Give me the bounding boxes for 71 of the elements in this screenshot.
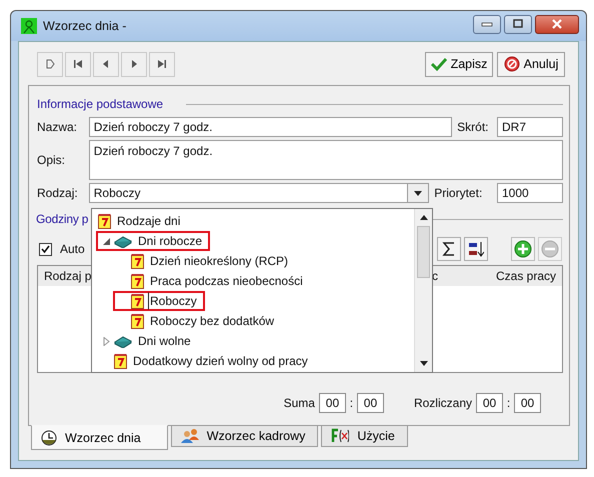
maximize-icon [512, 19, 524, 29]
minimize-icon [481, 21, 493, 27]
new-record-icon [44, 58, 56, 70]
list-item[interactable]: Rodzaje dni [115, 212, 182, 230]
minutes-field[interactable]: 00 [514, 393, 541, 413]
tab[interactable]: Użycie [321, 425, 408, 447]
window-title: Wzorzec dnia - [43, 19, 126, 33]
list-item[interactable]: Dzień nieokreślony (RCP) [148, 252, 290, 270]
app-icon [21, 18, 37, 34]
auto-checkbox[interactable] [39, 242, 52, 256]
list-item[interactable]: Praca podczas nieobecności [148, 272, 305, 290]
field-label: Priorytet: [433, 186, 484, 200]
tab[interactable]: Wzorzec kadrowy [170, 425, 318, 447]
minimize-button[interactable] [473, 14, 501, 34]
new-record-button[interactable] [37, 52, 63, 76]
list-item[interactable]: Dni wolne [136, 332, 193, 350]
save-button[interactable]: Zapisz [425, 52, 493, 76]
tab[interactable]: Wzorzec dnia [31, 425, 168, 450]
scroll-down-icon [420, 361, 428, 366]
name-field[interactable]: Dzień roboczy 7 godz. [88, 117, 452, 137]
field-label: Nazwa: [37, 120, 78, 134]
first-icon [72, 58, 84, 70]
field-label: Opis: [37, 153, 66, 167]
dropdown-arrow-icon [414, 190, 422, 196]
checkmark-icon [430, 56, 447, 72]
minutes-field[interactable]: 00 [356, 393, 384, 413]
time-separator: : [506, 396, 512, 410]
last-icon [156, 58, 168, 70]
field-label: Rozliczany [414, 396, 472, 410]
book-icon [114, 234, 132, 248]
scrollbar-thumb[interactable] [417, 226, 430, 278]
last-record-button[interactable] [149, 52, 175, 76]
list-item[interactable]: Roboczy bez dodatków [148, 312, 276, 330]
next-record-button[interactable] [121, 52, 147, 76]
short-name-field[interactable]: DR7 [497, 117, 563, 137]
column-header[interactable]: Czas pracy [487, 266, 556, 286]
notepad-icon [98, 214, 111, 228]
close-button[interactable] [535, 14, 579, 34]
checkbox-label: Auto [60, 242, 86, 256]
hours-field[interactable]: 00 [476, 393, 503, 413]
notepad-icon [131, 254, 144, 268]
hours-field[interactable]: 00 [318, 393, 346, 413]
people-icon [180, 428, 199, 444]
cancel-button[interactable]: Anuluj [497, 52, 565, 76]
section-title: Informacje podstawowe [37, 97, 164, 111]
time-separator: : [348, 396, 354, 410]
type-dropdown[interactable]: Roboczy [88, 183, 430, 203]
description-field[interactable]: Dzień roboczy 7 godz. [88, 140, 563, 180]
scrollbar[interactable] [414, 209, 432, 372]
section-title: Godziny p [36, 212, 88, 226]
notepad-icon [131, 314, 144, 328]
clock-icon [41, 430, 57, 446]
field-label: Suma [284, 396, 315, 410]
field-label: Rodzaj: [37, 186, 79, 200]
scroll-up-icon [420, 215, 428, 220]
previous-record-button[interactable] [93, 52, 119, 76]
book-icon [114, 334, 132, 348]
close-icon [551, 19, 563, 29]
list-item[interactable]: Dodatkowy dzień wolny od pracy [131, 352, 310, 370]
notepad-icon [131, 274, 144, 288]
field-label: Skrót: [456, 120, 490, 134]
notepad-icon [114, 354, 127, 368]
sort-icon[interactable] [464, 237, 488, 261]
priority-field[interactable]: 1000 [496, 183, 563, 203]
prohibited-icon [504, 56, 520, 72]
first-record-button[interactable] [65, 52, 91, 76]
maximize-button[interactable] [504, 14, 532, 34]
add-icon[interactable] [511, 237, 535, 261]
formula-icon [331, 428, 350, 444]
notepad-icon [131, 294, 144, 308]
sum-icon[interactable] [437, 237, 461, 261]
